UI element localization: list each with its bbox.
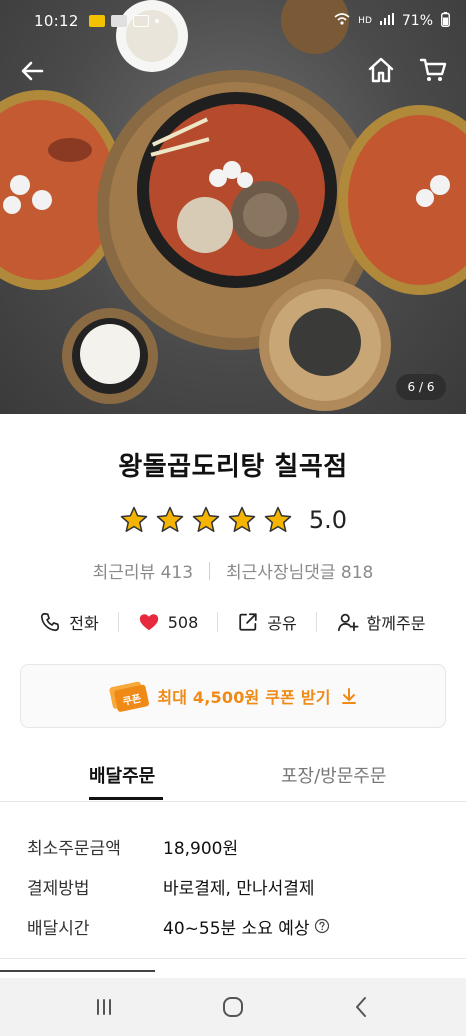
divider [0,958,466,959]
rating-stars [119,505,293,535]
call-label: 전화 [69,614,99,633]
info-row-payment: 결제방법 바로결제, 만나서결제 [27,866,447,906]
group-order-label: 함께주문 [366,614,426,633]
coupon-badge-icon: 쿠폰 [109,681,150,712]
active-tab-indicator [89,797,163,800]
tab-delivery[interactable]: 배달주문 [89,762,155,788]
coupon-text: 최대 4,500원 쿠폰 받기 [157,688,331,707]
order-info-list: 최소주문금액 18,900원 결제방법 바로결제, 만나서결제 배달시간 40~… [27,826,447,946]
coupon-download-button[interactable]: 쿠폰 최대 4,500원 쿠폰 받기 [20,664,446,728]
status-notification-icons [88,15,159,27]
scroll-indicator [0,970,155,972]
status-time: 10:12 [34,12,79,30]
tab-pickup[interactable]: 포장/방문주문 [281,762,386,788]
star-icon [264,506,292,532]
star-icon [120,506,148,532]
gallery-icon [132,15,149,27]
like-button[interactable]: 508 [119,611,217,633]
dot-icon [154,19,159,23]
phone-icon [41,612,60,632]
wifi-icon [334,12,350,30]
group-order-button[interactable]: 함께주문 [317,610,445,634]
info-row-delivery-time: 배달시간 40~55분 소요 예상 [27,906,447,946]
info-label: 배달시간 [27,918,90,939]
call-button[interactable]: 전화 [20,610,118,634]
store-actions: 전화 508 공유 함께주문 [20,604,446,640]
back-chevron-icon[interactable] [349,994,375,1020]
store-name: 왕돌곱도리탕 칠곡점 [118,452,348,482]
battery-icon [441,11,450,31]
info-value-wrap: 40~55분 소요 예상 [163,914,330,939]
info-label: 결제방법 [27,878,90,899]
rating-value: 5.0 [308,506,348,534]
download-arrow-icon [341,688,356,704]
hero-photo[interactable]: 10:12 HD 71% 6 / 6 [0,0,466,414]
review-stats: 최근리뷰 413 최근사장님댓글 818 [0,558,466,583]
share-button[interactable]: 공유 [218,610,316,634]
star-icon [156,506,184,532]
info-value: 18,900원 [163,838,239,859]
like-count: 508 [167,612,199,632]
food-photo-illustration [0,0,466,411]
back-arrow-icon[interactable] [18,56,48,86]
star-icon [192,506,220,532]
add-person-icon [337,613,359,632]
info-label: 최소주문금액 [27,838,121,859]
battery-level: 71% [401,13,433,29]
network-label: HD [358,16,372,26]
recents-icon[interactable] [91,994,117,1020]
share-icon [239,613,257,631]
home-circle-icon[interactable] [220,994,246,1020]
photo-counter-badge: 6 / 6 [396,374,446,400]
delivery-time-value: 40~55분 소요 예상 [163,918,310,939]
app-notification-icon [88,15,105,27]
signal-icon [379,13,394,29]
system-navigation-bar [0,978,466,1036]
heart-icon [139,614,158,631]
info-row-min-order: 최소주문금액 18,900원 [27,826,447,866]
owner-replies-link[interactable]: 최근사장님댓글 818 [226,558,373,583]
help-icon[interactable] [314,918,330,934]
divider [209,561,211,580]
rating-row[interactable]: 5.0 [0,505,466,535]
recent-reviews-link[interactable]: 최근리뷰 413 [93,558,193,583]
order-type-tabs: 배달주문 포장/방문주문 [0,756,466,802]
app-notification-icon [110,15,127,27]
cart-icon[interactable] [418,55,448,85]
home-icon[interactable] [366,55,396,85]
status-bar: 10:12 HD 71% [0,0,466,42]
info-value: 바로결제, 만나서결제 [163,878,315,899]
star-icon [228,506,256,532]
share-label: 공유 [267,614,297,633]
